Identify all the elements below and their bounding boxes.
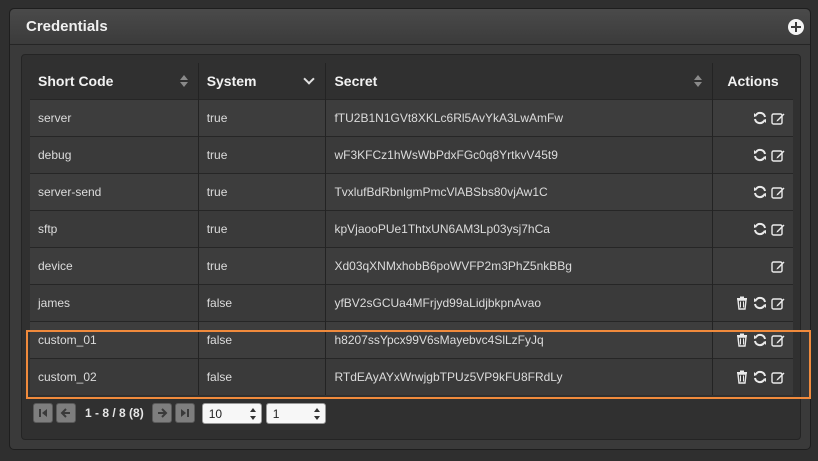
- page-value: 1: [272, 406, 280, 421]
- edit-icon[interactable]: [771, 370, 785, 385]
- column-header-label: System: [206, 73, 257, 89]
- table-row[interactable]: debug true wF3KFCz1hWsWbPdxFGc0q8YrtkvV45t…: [30, 136, 793, 174]
- trash-icon[interactable]: [735, 296, 749, 311]
- system-cell: true: [198, 136, 327, 174]
- last-page-button[interactable]: [174, 403, 195, 423]
- refresh-icon[interactable]: [753, 370, 767, 384]
- secret-cell: h8207ssYpcx99V6sMayebvc4SlLzFyJq: [325, 321, 714, 359]
- sort-icon[interactable]: [694, 75, 703, 87]
- actions-cell: [712, 284, 793, 322]
- refresh-icon[interactable]: [753, 148, 767, 162]
- panel-title: Credentials: [26, 18, 108, 35]
- actions-cell: [712, 99, 793, 137]
- refresh-icon[interactable]: [753, 333, 767, 347]
- page-info: 1 - 8 / 8 (8): [85, 406, 144, 420]
- system-cell: false: [198, 358, 327, 395]
- system-cell: true: [198, 210, 327, 248]
- add-credential-icon[interactable]: [788, 19, 804, 35]
- column-header-label: Actions: [727, 73, 779, 89]
- secret-cell: yfBV2sGCUa4MFrjyd99aLidjbkpnAvao: [325, 284, 714, 322]
- credentials-panel: Credentials Short Code System Secret Act…: [9, 8, 811, 450]
- table-row[interactable]: custom_01 false h8207ssYpcx99V6sMayebvc4Sl…: [30, 321, 793, 359]
- table-body: server true fTU2B1N1GVt8XKLc6Rl5AvYkA3LwAm…: [30, 99, 793, 395]
- arrow-right-icon: [157, 408, 168, 418]
- page-size-value: 10: [208, 406, 223, 421]
- secret-cell: Xd03qXNMxhobB6poWVFP2m3PhZ5nkBBg: [325, 247, 714, 285]
- short-code-cell: server-send: [30, 173, 199, 211]
- table-row[interactable]: device true Xd03qXNMxhobB6poWVFP2m3PhZ5nkB…: [30, 247, 793, 285]
- select-arrows-icon: [313, 407, 320, 420]
- refresh-icon[interactable]: [753, 222, 767, 236]
- next-page-button[interactable]: [151, 403, 172, 423]
- column-header-label: Short Code: [38, 73, 114, 89]
- actions-cell: [712, 358, 793, 395]
- table-row[interactable]: sftp true kpVjaooPUe1ThtxUN6AM3Lp03ysj7hCa: [30, 210, 793, 248]
- actions-cell: [712, 136, 793, 174]
- refresh-icon[interactable]: [753, 185, 767, 199]
- short-code-cell: james: [30, 284, 199, 322]
- page-size-select[interactable]: 10: [201, 402, 262, 424]
- column-header-short-code[interactable]: Short Code: [30, 63, 199, 100]
- credentials-table-container: Short Code System Secret Actions server t…: [21, 54, 801, 440]
- secret-cell: wF3KFCz1hWsWbPdxFGc0q8YrtkvV45t9: [325, 136, 714, 174]
- previous-page-button[interactable]: [56, 403, 76, 423]
- edit-icon[interactable]: [771, 259, 785, 274]
- edit-icon[interactable]: [771, 333, 785, 348]
- table-row[interactable]: custom_02 false RTdEAyAYxWrwjgbTPUz5VP9kFU…: [30, 358, 793, 395]
- system-cell: false: [198, 284, 327, 322]
- table-row[interactable]: server true fTU2B1N1GVt8XKLc6Rl5AvYkA3LwAm…: [30, 99, 793, 137]
- column-header-system[interactable]: System: [198, 63, 327, 100]
- edit-icon[interactable]: [771, 111, 785, 126]
- short-code-cell: custom_02: [30, 358, 199, 395]
- trash-icon[interactable]: [735, 333, 749, 348]
- actions-cell: [712, 321, 793, 359]
- short-code-cell: debug: [30, 136, 199, 174]
- edit-icon[interactable]: [771, 296, 785, 311]
- system-cell: true: [198, 173, 327, 211]
- actions-cell: [712, 173, 793, 211]
- table-header-row: Short Code System Secret Actions: [30, 63, 793, 100]
- secret-cell: fTU2B1N1GVt8XKLc6Rl5AvYkA3LwAmFw: [325, 99, 714, 137]
- sort-icon[interactable]: [179, 75, 188, 87]
- system-cell: false: [198, 321, 327, 359]
- short-code-cell: custom_01: [30, 321, 199, 359]
- table-row[interactable]: james false yfBV2sGCUa4MFrjyd99aLidjbkpnAv…: [30, 284, 793, 322]
- edit-icon[interactable]: [771, 148, 785, 163]
- select-arrows-icon: [249, 407, 256, 420]
- refresh-icon[interactable]: [753, 296, 767, 310]
- secret-cell: TvxlufBdRbnlgmPmcVlABSbs80vjAw1C: [325, 173, 714, 211]
- trash-icon[interactable]: [735, 370, 749, 385]
- credentials-table: Short Code System Secret Actions server t…: [30, 63, 793, 395]
- first-page-button[interactable]: [33, 403, 53, 423]
- column-header-label: Secret: [334, 73, 378, 89]
- short-code-cell: device: [30, 247, 199, 285]
- system-cell: true: [198, 99, 327, 137]
- edit-icon[interactable]: [771, 222, 785, 237]
- system-cell: true: [198, 247, 327, 285]
- last-page-icon: [180, 409, 189, 417]
- page-select[interactable]: 1: [265, 402, 326, 424]
- edit-icon[interactable]: [771, 185, 785, 200]
- actions-cell: [712, 247, 793, 285]
- actions-cell: [712, 210, 793, 248]
- secret-cell: RTdEAyAYxWrwjgbTPUz5VP9kFU8FRdLy: [325, 358, 714, 395]
- refresh-icon[interactable]: [753, 111, 767, 125]
- table-row[interactable]: server-send true TvxlufBdRbnlgmPmcVlABSbs8…: [30, 173, 793, 211]
- column-header-secret[interactable]: Secret: [325, 63, 714, 100]
- arrow-left-icon: [60, 408, 70, 418]
- short-code-cell: server: [30, 99, 199, 137]
- short-code-cell: sftp: [30, 210, 199, 248]
- panel-header: Credentials: [10, 9, 810, 45]
- secret-cell: kpVjaooPUe1ThtxUN6AM3Lp03ysj7hCa: [325, 210, 714, 248]
- column-header-actions: Actions: [713, 63, 793, 100]
- first-page-icon: [39, 409, 47, 417]
- chevron-down-icon[interactable]: [303, 73, 316, 85]
- pagination-bar: 1 - 8 / 8 (8) 10 1: [33, 402, 330, 424]
